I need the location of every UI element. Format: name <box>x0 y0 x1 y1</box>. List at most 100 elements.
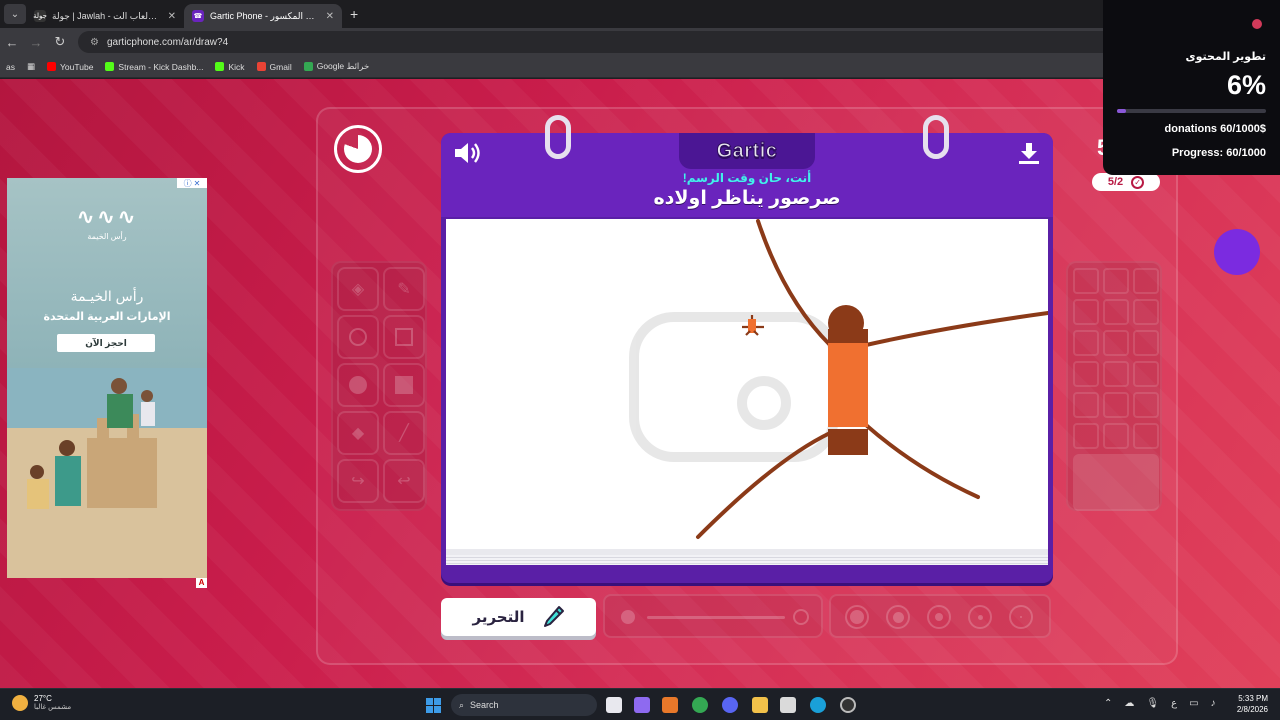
microphone-icon[interactable]: 🎙 <box>1146 698 1159 709</box>
color-swatch[interactable] <box>1133 423 1159 449</box>
chrome-icon[interactable] <box>692 697 708 713</box>
tab-search-button[interactable]: ⌄ <box>4 4 26 24</box>
speaker-icon[interactable] <box>453 141 483 165</box>
tab-gartic[interactable]: ☎ Gartic Phone - الهاتف المكسور ✕ <box>184 4 342 28</box>
color-swatch[interactable] <box>1103 361 1129 387</box>
edit-button[interactable]: التحرير <box>441 598 596 636</box>
discord-icon[interactable] <box>722 697 738 713</box>
ad-brand: رأس الخيمة <box>87 232 127 241</box>
site-info-icon[interactable]: ⚙ <box>90 37 99 48</box>
windows-start-icon[interactable] <box>426 698 441 713</box>
bookmark-google-maps[interactable]: Google خرائط <box>303 61 369 72</box>
slider-handle[interactable] <box>793 609 809 625</box>
brush-size-option[interactable] <box>927 605 951 629</box>
bookmark-youtube[interactable]: YouTube <box>47 62 93 72</box>
edge-icon[interactable] <box>810 697 826 713</box>
pencil-icon: ✎ <box>397 281 411 298</box>
eraser-tool[interactable]: ◈ <box>337 267 379 311</box>
pencil-tool[interactable]: ✎ <box>383 267 425 311</box>
input-language[interactable]: ع <box>1171 698 1177 709</box>
ad-cta-button[interactable]: احجز الآن <box>57 334 155 352</box>
chat-bubble-button[interactable] <box>1214 229 1260 275</box>
brush-size-option[interactable] <box>845 605 869 629</box>
overlay-donations: donations 60/1000$ <box>1164 123 1267 135</box>
store-icon[interactable] <box>780 697 796 713</box>
custom-color-picker[interactable] <box>1073 454 1159 511</box>
clock[interactable]: 5:33 PM 2/8/2026 <box>1237 693 1268 715</box>
bookmark-gmail[interactable]: Gmail <box>256 62 292 72</box>
back-icon[interactable]: ← <box>0 35 24 50</box>
profile-badge[interactable]: as <box>6 62 15 72</box>
advertisement[interactable]: ∿∿∿ رأس الخيمة رأس الخيـمة الإمارات العر… <box>7 178 207 578</box>
bookmark-kick-dashboard[interactable]: Stream - Kick Dashb... <box>105 62 203 72</box>
line-tool[interactable]: ╱ <box>383 411 425 455</box>
color-swatch[interactable] <box>1133 330 1159 356</box>
file-explorer-icon[interactable] <box>752 697 768 713</box>
reload-icon[interactable]: ↻ <box>48 34 72 50</box>
url-field[interactable]: ⚙ garticphone.com/ar/draw?4 <box>78 31 1158 53</box>
redo-tool[interactable]: ↪ <box>337 459 379 503</box>
color-swatch[interactable] <box>1133 299 1159 325</box>
tab-close-icon[interactable]: ✕ <box>168 11 176 22</box>
pencil-icon <box>543 606 564 627</box>
drawing-layer <box>629 219 1048 539</box>
slider-track[interactable] <box>647 616 785 619</box>
filled-rectangle-tool[interactable] <box>383 363 425 407</box>
clock-date: 2/8/2026 <box>1236 705 1268 714</box>
ad-badge: A <box>196 578 207 588</box>
brush-size-picker <box>829 594 1051 638</box>
color-swatch[interactable] <box>1103 299 1129 325</box>
volume-icon[interactable]: ♪ <box>1211 698 1216 709</box>
color-swatch[interactable] <box>1073 330 1099 356</box>
round-progress-badge: 5/2 ✓ <box>1092 173 1160 191</box>
network-icon[interactable]: ☁ <box>1124 698 1134 709</box>
color-swatch[interactable] <box>1073 423 1099 449</box>
rectangle-tool[interactable] <box>383 315 425 359</box>
color-swatch[interactable] <box>1103 423 1129 449</box>
brush-size-option[interactable] <box>886 605 910 629</box>
ad-close-button[interactable]: ⓘ ✕ <box>177 178 207 188</box>
task-view-icon[interactable] <box>606 697 622 713</box>
ellipse-tool[interactable] <box>337 315 379 359</box>
chevron-up-icon[interactable]: ⌃ <box>1104 698 1112 709</box>
new-tab-button[interactable]: + <box>350 6 358 22</box>
color-swatch[interactable] <box>1073 392 1099 418</box>
color-swatch[interactable] <box>1103 268 1129 294</box>
drawing-canvas[interactable] <box>446 219 1048 555</box>
color-swatch[interactable] <box>1073 268 1099 294</box>
forward-icon[interactable]: → <box>24 35 48 50</box>
obs-icon[interactable] <box>840 697 856 713</box>
brush-size-option[interactable] <box>1009 605 1033 629</box>
color-swatch[interactable] <box>1133 392 1159 418</box>
edit-button-label: التحرير <box>472 609 525 626</box>
filled-ellipse-tool[interactable] <box>337 363 379 407</box>
overlay-progress-bar <box>1117 109 1266 113</box>
display-icon[interactable]: ▭ <box>1189 698 1198 709</box>
brush-size-option[interactable] <box>968 605 992 629</box>
fill-bucket-tool[interactable]: ◆ <box>337 411 379 455</box>
gartic-watermark <box>629 312 839 462</box>
bookmark-kick[interactable]: Kick <box>215 62 245 72</box>
undo-tool[interactable]: ↩ <box>383 459 425 503</box>
download-icon[interactable] <box>1017 141 1041 165</box>
color-swatch[interactable] <box>1133 268 1159 294</box>
taskbar-search[interactable]: ⌕ Search <box>451 694 597 716</box>
close-icon: ✕ <box>193 178 201 188</box>
weather-widget[interactable]: 27°C مشمس غالبا <box>12 694 71 711</box>
binder-ring <box>545 115 571 159</box>
tab-jawlah[interactable]: جولة جولة | Jawlah - منصة الألعاب الت ✕ <box>26 4 184 28</box>
color-swatch[interactable] <box>1073 361 1099 387</box>
color-swatch[interactable] <box>1103 330 1129 356</box>
tab-close-icon[interactable]: ✕ <box>326 11 334 22</box>
maps-icon <box>303 62 313 71</box>
app-icon[interactable] <box>662 697 678 713</box>
copilot-icon[interactable] <box>634 697 650 713</box>
color-swatch[interactable] <box>1073 299 1099 325</box>
kick-icon <box>215 62 225 71</box>
color-swatch[interactable] <box>1133 361 1159 387</box>
overlay-title: تطوير المحتوى <box>1185 51 1266 63</box>
apps-icon[interactable]: ▦ <box>27 61 35 72</box>
bookmark-label: YouTube <box>60 61 94 72</box>
opacity-slider[interactable] <box>603 594 823 638</box>
color-swatch[interactable] <box>1103 392 1129 418</box>
